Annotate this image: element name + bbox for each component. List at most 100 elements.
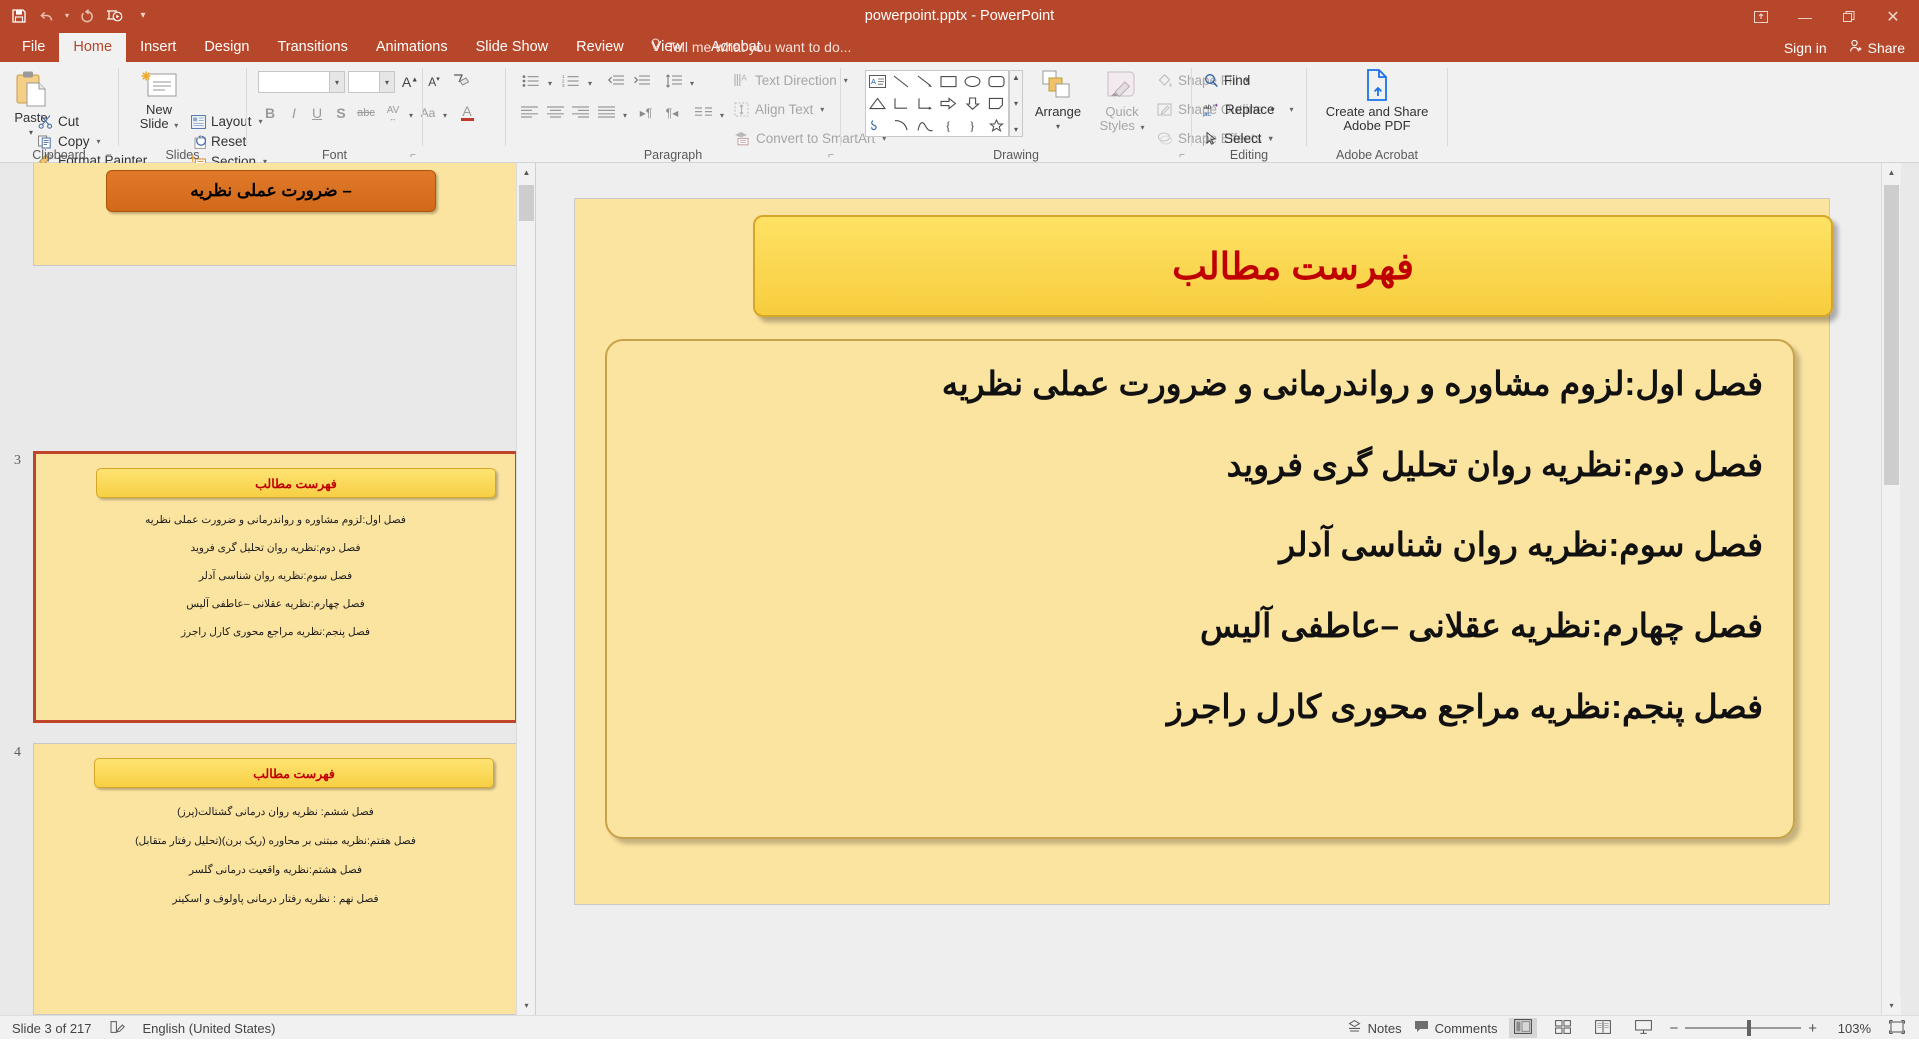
shape-elbow-arrow-icon[interactable] — [913, 93, 937, 115]
tab-animations[interactable]: Animations — [362, 33, 462, 62]
stage-scroll-up-icon[interactable]: ▲ — [1882, 163, 1901, 182]
columns-button[interactable] — [692, 102, 716, 124]
shape-textbox-icon[interactable]: A — [866, 71, 890, 93]
shape-folded-corner-icon[interactable] — [984, 93, 1008, 115]
tab-design[interactable]: Design — [190, 33, 263, 62]
slide-thumbnail-4[interactable]: فهرست مطالب فصل ششم: نظریه روان درمانی گ… — [33, 743, 518, 1015]
font-dialog-launcher[interactable]: ⌐ — [410, 150, 416, 161]
zoom-level[interactable]: 103% — [1829, 1021, 1871, 1036]
justify-button[interactable] — [595, 102, 619, 124]
shape-oval-icon[interactable] — [961, 71, 985, 93]
columns-dropdown-icon[interactable]: ▾ — [720, 111, 724, 120]
reset-button[interactable]: Reset — [191, 134, 246, 149]
language-status[interactable]: English (United States) — [143, 1021, 276, 1036]
change-case-dropdown-icon[interactable]: ▾ — [443, 111, 447, 120]
align-center-button[interactable] — [544, 102, 568, 124]
thumbnails-scroll-up-icon[interactable]: ▲ — [517, 163, 535, 182]
restore-icon[interactable] — [1827, 2, 1871, 32]
line-spacing-button[interactable] — [662, 71, 686, 93]
arrange-dropdown-icon[interactable]: ▾ — [1056, 120, 1060, 134]
shape-rounded-rectangle-icon[interactable] — [984, 71, 1008, 93]
strikethrough-button[interactable]: abc — [353, 102, 379, 124]
underline-button[interactable]: U — [306, 102, 328, 124]
zoom-out-button[interactable]: − — [1669, 1020, 1678, 1037]
notes-button[interactable]: Notes — [1347, 1020, 1402, 1036]
character-spacing-dropdown-icon[interactable]: ▾ — [409, 111, 413, 120]
shape-freeform-icon[interactable] — [913, 114, 937, 136]
shape-triangle-icon[interactable] — [866, 93, 890, 115]
find-button[interactable]: Find — [1204, 73, 1250, 88]
ribbon-display-options-icon[interactable] — [1739, 2, 1783, 32]
comments-button[interactable]: Comments — [1414, 1020, 1497, 1036]
zoom-in-button[interactable]: + — [1808, 1020, 1817, 1037]
numbering-button[interactable]: 123 — [558, 71, 584, 93]
bullets-dropdown-icon[interactable]: ▾ — [548, 79, 552, 88]
quick-styles-dropdown-icon[interactable]: ▾ — [1141, 123, 1145, 132]
new-slide-button[interactable]: New Slide ▾ — [131, 70, 187, 133]
character-spacing-button[interactable]: AV ↔ — [380, 102, 406, 124]
slide-thumbnail-3[interactable]: فهرست مطالب فصل اول:لزوم مشاوره و رواندر… — [33, 451, 518, 723]
shapes-gallery-more-icon[interactable]: ▾ — [1014, 125, 1018, 134]
bold-button[interactable]: B — [259, 102, 281, 124]
line-spacing-dropdown-icon[interactable]: ▾ — [690, 79, 694, 88]
fit-slide-to-window-button[interactable] — [1883, 1018, 1911, 1038]
paste-dropdown-icon[interactable]: ▾ — [29, 126, 33, 140]
shape-down-arrow-icon[interactable] — [961, 93, 985, 115]
shape-rectangle-icon[interactable] — [937, 71, 961, 93]
tab-file[interactable]: File — [8, 33, 59, 62]
stage-scrollbar[interactable]: ▲ ▾ — [1881, 163, 1901, 1015]
quick-styles-button[interactable]: Quick Styles ▾ — [1093, 70, 1151, 135]
slide-sorter-view-button[interactable] — [1549, 1018, 1577, 1038]
sign-in-button[interactable]: Sign in — [1784, 40, 1827, 56]
zoom-knob[interactable] — [1747, 1020, 1752, 1036]
rtl-text-direction-button[interactable]: ¶◂ — [660, 102, 684, 124]
text-direction-button[interactable]: A Text Direction ▾ — [734, 73, 848, 88]
shapes-gallery[interactable]: A { } — [865, 70, 1009, 137]
justify-dropdown-icon[interactable]: ▾ — [623, 111, 627, 120]
shape-star-icon[interactable] — [984, 114, 1008, 136]
slide-title-placeholder[interactable]: فهرست مطالب — [753, 215, 1833, 317]
font-name-dropdown-icon[interactable]: ▾ — [329, 72, 344, 92]
tab-review[interactable]: Review — [562, 33, 638, 62]
grow-font-button[interactable]: A▲ — [399, 71, 421, 93]
clear-formatting-button[interactable] — [449, 71, 471, 93]
shape-line-icon[interactable] — [890, 71, 914, 93]
shapes-gallery-scrollbar[interactable]: ▲ ▾ ▾ — [1009, 70, 1023, 137]
shape-curve-icon[interactable] — [890, 114, 914, 136]
tell-me-search[interactable]: Tell me what you want to do... — [650, 33, 851, 62]
normal-view-button[interactable] — [1509, 1018, 1538, 1038]
clipboard-dialog-launcher[interactable]: ⌐ — [106, 150, 112, 161]
shape-elbow-connector-icon[interactable] — [890, 93, 914, 115]
italic-button[interactable]: I — [283, 102, 305, 124]
arrange-button[interactable]: Arrange ▾ — [1027, 70, 1089, 134]
slide-body-placeholder[interactable]: فصل اول:لزوم مشاوره و رواندرمانی و ضرورت… — [605, 339, 1795, 839]
select-dropdown-icon[interactable]: ▾ — [1269, 134, 1273, 143]
tab-insert[interactable]: Insert — [126, 33, 190, 62]
thumbnails-scrollbar[interactable]: ▲ ▾ — [516, 163, 535, 1015]
replace-button[interactable]: ab ac Replace ▾ — [1204, 102, 1294, 117]
copy-button[interactable]: Copy ▾ — [38, 134, 101, 149]
reading-view-button[interactable] — [1589, 1018, 1617, 1038]
close-icon[interactable]: ✕ — [1871, 2, 1915, 32]
shape-right-brace-icon[interactable]: } — [961, 114, 985, 136]
thumbnails-scrollbar-thumb[interactable] — [519, 185, 534, 221]
font-size-input[interactable]: ▾ — [348, 71, 395, 93]
copy-dropdown-icon[interactable]: ▾ — [97, 137, 101, 146]
drawing-dialog-launcher[interactable]: ⌐ — [1179, 150, 1185, 161]
stage-scrollbar-thumb[interactable] — [1884, 185, 1899, 485]
thumbnails-scroll-down-icon[interactable]: ▾ — [517, 996, 535, 1015]
zoom-slider[interactable]: − + — [1669, 1020, 1817, 1037]
slide-counter[interactable]: Slide 3 of 217 — [12, 1021, 92, 1036]
shapes-scroll-down-icon[interactable]: ▾ — [1014, 99, 1018, 108]
cut-button[interactable]: Cut — [38, 114, 79, 129]
paragraph-dialog-launcher[interactable]: ⌐ — [828, 150, 834, 161]
shrink-font-button[interactable]: A▾ — [423, 71, 445, 93]
tab-slide-show[interactable]: Slide Show — [462, 33, 563, 62]
font-name-input[interactable]: ▾ — [258, 71, 345, 93]
shape-scribble-icon[interactable] — [866, 114, 890, 136]
shape-left-brace-icon[interactable]: { — [937, 114, 961, 136]
slide-thumbnails-panel[interactable]: – ضرورت عملی نظریه 3 فهرست مطالب فصل اول… — [0, 163, 535, 1015]
slideshow-view-button[interactable] — [1629, 1018, 1657, 1038]
slide-thumbnail-2[interactable]: – ضرورت عملی نظریه — [33, 163, 518, 266]
shape-right-arrow-icon[interactable] — [937, 93, 961, 115]
